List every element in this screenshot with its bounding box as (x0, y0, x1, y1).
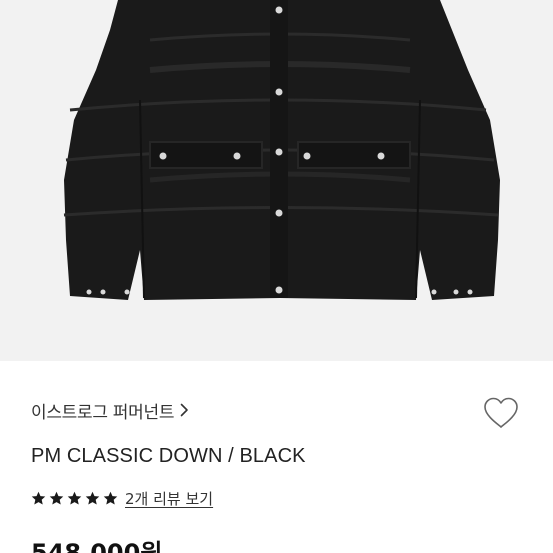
brand-name: 이스트로그 퍼머넌트 (31, 402, 175, 423)
product-price: 548,000원 (31, 539, 163, 553)
like-button[interactable] (480, 393, 522, 433)
product-image[interactable] (0, 0, 553, 361)
brand-link[interactable]: 이스트로그 퍼머넌트 (31, 397, 189, 423)
down-jacket-illustration (63, 0, 500, 300)
star-filled-icon (103, 491, 118, 504)
star-filled-icon (85, 491, 100, 504)
product-info-panel: 이스트로그 퍼머넌트 PM CLASSIC DOWN / BLACK 2개 리뷰… (0, 361, 553, 553)
review-count-link[interactable]: 2개 리뷰 보기 (125, 488, 213, 509)
star-filled-icon (67, 491, 82, 504)
rating-stars (31, 491, 121, 506)
star-filled-icon (49, 491, 64, 504)
product-title: PM CLASSIC DOWN / BLACK (31, 445, 306, 467)
chevron-right-icon (180, 403, 188, 417)
star-filled-icon (31, 491, 46, 504)
rating-row: 2개 리뷰 보기 (31, 487, 213, 509)
heart-outline-icon (484, 397, 518, 428)
